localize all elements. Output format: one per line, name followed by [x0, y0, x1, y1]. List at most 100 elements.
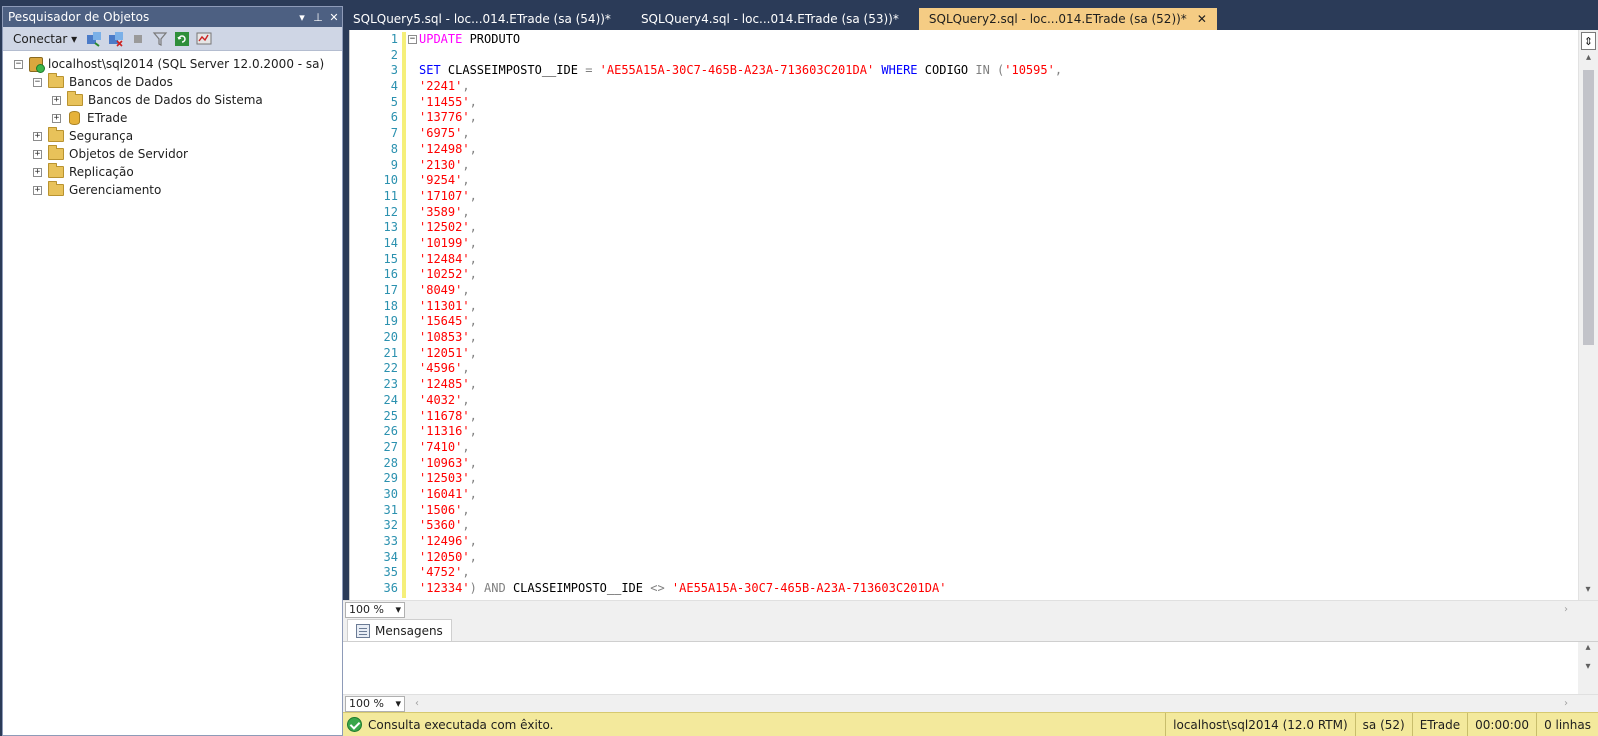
- editor-zoom-bar: 100 % ▾ ›: [343, 600, 1598, 618]
- scroll-up-icon[interactable]: ▴: [1579, 52, 1598, 66]
- code-line: SET CLASSEIMPOSTO__IDE = 'AE55A15A-30C7-…: [419, 63, 1574, 79]
- string-literal: '11316': [419, 424, 470, 439]
- results-vertical-scrollbar[interactable]: ▴ ▾: [1578, 642, 1598, 698]
- expand-icon[interactable]: +: [52, 95, 61, 105]
- expand-icon[interactable]: +: [33, 131, 42, 141]
- system-databases-label: Bancos de Dados do Sistema: [88, 93, 263, 107]
- refresh-icon[interactable]: [173, 30, 191, 48]
- messages-area[interactable]: [343, 642, 1578, 698]
- object-explorer-panel: Pesquisador de Objetos ▾ ⊥ ✕ Conectar ▾ …: [2, 6, 343, 736]
- operator: ,: [469, 110, 477, 125]
- code-line: '12496',: [419, 534, 1574, 550]
- stop-icon[interactable]: [129, 30, 147, 48]
- security-label: Segurança: [69, 129, 134, 143]
- connect-server-icon[interactable]: [85, 30, 103, 48]
- filter-icon[interactable]: [151, 30, 169, 48]
- scroll-right-icon[interactable]: ›: [1564, 604, 1568, 615]
- close-icon[interactable]: ✕: [326, 11, 342, 24]
- scroll-down-icon[interactable]: ▾: [1579, 584, 1597, 598]
- object-explorer-title: Pesquisador de Objetos: [8, 10, 150, 24]
- tree-node-replication[interactable]: + Replicação: [3, 163, 342, 181]
- tree-node-management[interactable]: + Gerenciamento: [3, 181, 342, 199]
- expand-icon[interactable]: +: [33, 185, 42, 195]
- expand-icon[interactable]: +: [33, 149, 42, 159]
- code-line: '8049',: [419, 283, 1574, 299]
- code-line: '10853',: [419, 330, 1574, 346]
- disconnect-server-icon[interactable]: [107, 30, 125, 48]
- editor-zoom-select[interactable]: 100 % ▾: [345, 601, 405, 618]
- line-number: 3: [390, 63, 398, 78]
- code-area[interactable]: UPDATE PRODUTO SET CLASSEIMPOSTO__IDE = …: [419, 32, 1574, 597]
- code-line: '12498',: [419, 142, 1574, 158]
- server-label: localhost\sql2014 (SQL Server 12.0.2000 …: [48, 57, 325, 71]
- line-number: 7: [390, 126, 398, 141]
- activity-monitor-icon[interactable]: [195, 30, 213, 48]
- code-line: '12484',: [419, 252, 1574, 268]
- split-view-icon[interactable]: ⇕: [1581, 32, 1596, 50]
- code-line: '3589',: [419, 205, 1574, 221]
- dropdown-icon[interactable]: ▾: [294, 11, 310, 24]
- scroll-left-icon[interactable]: ‹: [415, 698, 419, 709]
- tree-node-databases[interactable]: − Bancos de Dados: [3, 73, 342, 91]
- pin-icon[interactable]: ⊥: [310, 11, 326, 24]
- line-number: 19: [383, 314, 398, 329]
- operator: ,: [469, 377, 477, 392]
- string-literal: '12503': [419, 471, 470, 486]
- code-line: '11316',: [419, 424, 1574, 440]
- connect-button[interactable]: Conectar ▾: [9, 32, 81, 46]
- query-status-bar: Consulta executada com êxito. localhost\…: [343, 712, 1598, 736]
- keyword-where: WHERE: [874, 63, 918, 78]
- query-editor[interactable]: 1 2 3 4 5 6 7 8 9 10 11 12 13 14 15 16 17 18 19 20 21 22 23 24 2…: [349, 30, 1598, 600]
- string-literal: '2130': [419, 157, 463, 172]
- object-explorer-title-bar: Pesquisador de Objetos ▾ ⊥ ✕: [3, 7, 342, 27]
- scroll-down-icon[interactable]: ▾: [1578, 661, 1598, 672]
- close-tab-icon[interactable]: ✕: [1197, 12, 1207, 26]
- connect-label: Conectar: [13, 31, 68, 46]
- operator: ,: [469, 330, 477, 345]
- success-check-icon: [347, 717, 362, 732]
- scroll-up-icon[interactable]: ▴: [1578, 642, 1598, 653]
- column-name: CLASSEIMPOSTO__IDE: [440, 63, 586, 78]
- line-number: 13: [383, 220, 398, 235]
- line-number: 10: [383, 173, 398, 188]
- line-number: 16: [383, 267, 398, 282]
- tab-sqlquery5[interactable]: SQLQuery5.sql - loc...014.ETrade (sa (54…: [343, 8, 621, 30]
- expand-icon[interactable]: +: [33, 167, 42, 177]
- line-number: 32: [383, 518, 398, 533]
- collapse-region-icon[interactable]: −: [408, 35, 417, 44]
- code-line: '12334') AND CLASSEIMPOSTO__IDE <> 'AE55…: [419, 581, 1574, 597]
- scroll-thumb[interactable]: [1583, 70, 1594, 345]
- tree-node-server[interactable]: − localhost\sql2014 (SQL Server 12.0.200…: [3, 55, 342, 73]
- editor-vertical-scrollbar[interactable]: ⇕ ▴ ▾: [1578, 30, 1598, 600]
- operator: ,: [469, 141, 477, 156]
- operator: ,: [462, 565, 470, 580]
- string-literal: '10853': [419, 330, 470, 345]
- code-line: '15645',: [419, 314, 1574, 330]
- tree-node-etrade[interactable]: + ETrade: [3, 109, 342, 127]
- results-zoom-select[interactable]: 100 % ▾: [345, 695, 405, 712]
- expand-icon[interactable]: +: [52, 113, 61, 123]
- folder-icon: [67, 91, 83, 106]
- messages-tab-label: Mensagens: [375, 623, 443, 638]
- operator: ,: [469, 534, 477, 548]
- collapse-icon[interactable]: −: [33, 77, 42, 87]
- tab-messages[interactable]: Mensagens: [347, 619, 452, 641]
- line-number: 15: [383, 251, 398, 266]
- scroll-right-icon[interactable]: ›: [1564, 698, 1568, 709]
- tree-node-system-databases[interactable]: + Bancos de Dados do Sistema: [3, 91, 342, 109]
- string-literal: '10199': [419, 235, 470, 250]
- string-literal: '12502': [419, 220, 470, 235]
- tab-sqlquery2[interactable]: SQLQuery2.sql - loc...014.ETrade (sa (52…: [918, 8, 1217, 30]
- collapse-icon[interactable]: −: [14, 59, 23, 69]
- tree-node-server-objects[interactable]: + Objetos de Servidor: [3, 145, 342, 163]
- line-number: 35: [383, 565, 398, 580]
- value-lines: '2241', '11455', '13776', '6975', '12498', '2…: [419, 79, 1574, 581]
- operator: ,: [469, 314, 477, 329]
- tab-sqlquery4[interactable]: SQLQuery4.sql - loc...014.ETrade (sa (53…: [631, 8, 909, 30]
- keyword-and: AND: [476, 581, 506, 596]
- tree-node-security[interactable]: + Segurança: [3, 127, 342, 145]
- code-line: '9254',: [419, 173, 1574, 189]
- operator: ,: [469, 235, 477, 250]
- line-number: 31: [383, 502, 398, 517]
- string-literal: '11678': [419, 408, 470, 423]
